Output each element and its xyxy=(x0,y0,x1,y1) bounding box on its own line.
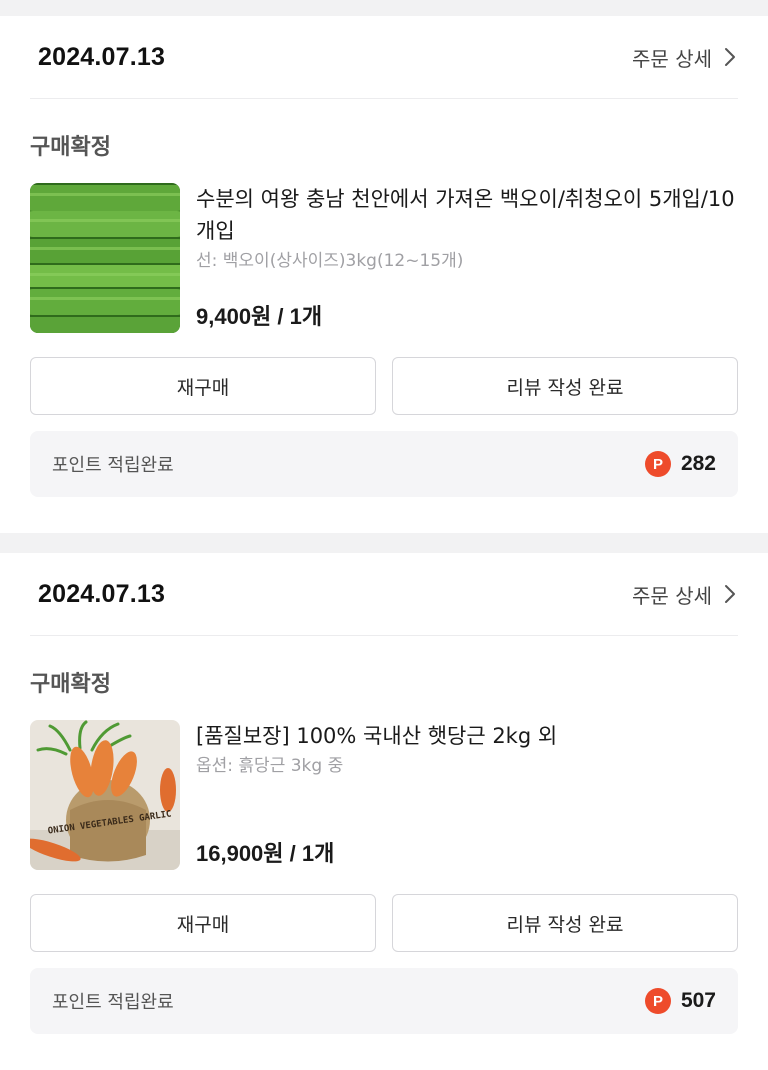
order-actions: 재구매 리뷰 작성 완료 xyxy=(30,894,738,952)
points-label: 포인트 적립완료 xyxy=(52,992,174,1013)
order-detail-link[interactable]: 주문 상세 xyxy=(632,580,738,609)
order-status: 구매확정 xyxy=(30,672,111,697)
card-spacer xyxy=(30,1034,738,1070)
product-info: 수분의 여왕 충남 천안에서 가져온 백오이/취청오이 5개입/10개입 선: … xyxy=(196,183,738,333)
review-complete-button[interactable]: 리뷰 작성 완료 xyxy=(392,357,738,415)
product-name[interactable]: 수분의 여왕 충남 천안에서 가져온 백오이/취청오이 5개입/10개입 xyxy=(196,183,738,247)
chevron-right-icon xyxy=(722,584,738,604)
product-row[interactable]: 수분의 여왕 충남 천안에서 가져온 백오이/취청오이 5개입/10개입 선: … xyxy=(30,183,738,333)
order-detail-label: 주문 상세 xyxy=(632,46,712,71)
points-banner: 포인트 적립완료 P 507 xyxy=(30,968,738,1034)
card-spacer xyxy=(30,497,738,533)
order-actions: 재구매 리뷰 작성 완료 xyxy=(30,357,738,415)
order-detail-label: 주문 상세 xyxy=(632,583,712,608)
product-price: 9,400원 / 1개 xyxy=(196,304,323,329)
product-option: 옵션: 흙당근 3kg 중 xyxy=(196,756,344,776)
order-date: 2024.07.13 xyxy=(38,579,166,608)
product-name[interactable]: [품질보장] 100% 국내산 햇당근 2kg 외 xyxy=(196,720,738,752)
points-banner: 포인트 적립완료 P 282 xyxy=(30,431,738,497)
top-spacer xyxy=(0,0,768,16)
points-value-group: P 282 xyxy=(644,451,716,477)
product-info: [품질보장] 100% 국내산 햇당근 2kg 외 옵션: 흙당근 3kg 중 … xyxy=(196,720,738,870)
product-row[interactable]: ONION VEGETABLES GARLIC [품질보장] 100% 국내산 … xyxy=(30,720,738,870)
product-price: 16,900원 / 1개 xyxy=(196,841,335,866)
point-badge-icon: P xyxy=(644,988,671,1014)
point-badge-icon: P xyxy=(644,451,671,477)
cucumber-product-image[interactable] xyxy=(30,183,180,333)
review-complete-button[interactable]: 리뷰 작성 완료 xyxy=(392,894,738,952)
order-card: 2024.07.13 주문 상세 구매확정 xyxy=(0,16,768,533)
points-value-group: P 507 xyxy=(644,988,716,1014)
product-option: 선: 백오이(상사이즈)3kg(12~15개) xyxy=(196,251,464,271)
chevron-right-icon xyxy=(722,47,738,67)
points-label: 포인트 적립완료 xyxy=(52,455,174,476)
rebuy-button[interactable]: 재구매 xyxy=(30,894,376,952)
order-status: 구매확정 xyxy=(30,135,111,160)
order-header: 2024.07.13 주문 상세 xyxy=(30,553,738,636)
points-amount: 507 xyxy=(680,989,716,1012)
order-card: 2024.07.13 주문 상세 구매확정 xyxy=(0,553,768,1070)
carrot-product-image[interactable]: ONION VEGETABLES GARLIC xyxy=(30,720,180,870)
order-date: 2024.07.13 xyxy=(38,42,166,71)
points-amount: 282 xyxy=(680,452,716,475)
order-detail-link[interactable]: 주문 상세 xyxy=(632,43,738,72)
rebuy-button[interactable]: 재구매 xyxy=(30,357,376,415)
order-header: 2024.07.13 주문 상세 xyxy=(30,16,738,99)
